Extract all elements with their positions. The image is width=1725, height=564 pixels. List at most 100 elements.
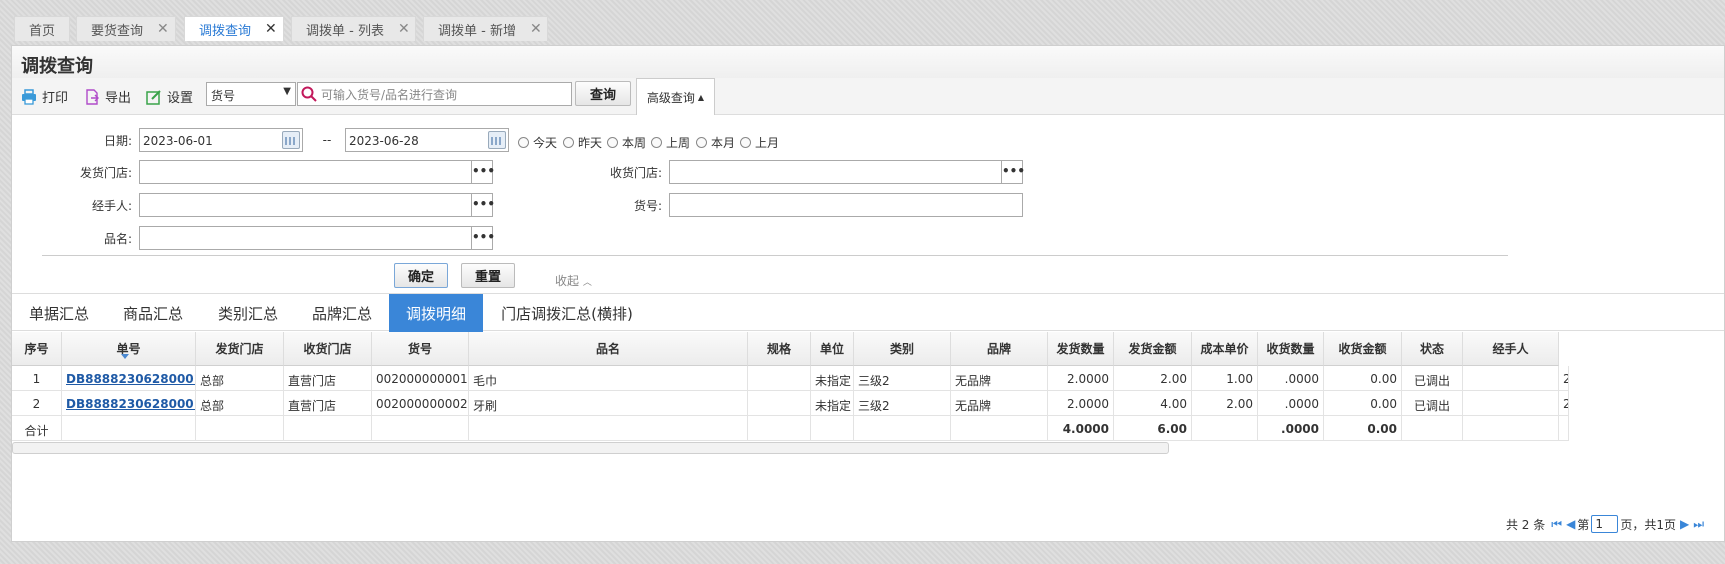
date-from-field[interactable]: 2023-06-01 [139,128,303,152]
radio-last-week[interactable]: 上周 [651,134,690,151]
close-icon[interactable]: ✕ [530,21,542,37]
close-icon[interactable]: ✕ [398,21,410,37]
table-row-cell-recv-amount: 0.00 [1324,391,1402,416]
table-row-cell-send-store: 总部 [196,391,284,416]
tab-home[interactable]: 首页 [14,16,70,41]
radio-today[interactable]: 今天 [518,134,557,151]
column-header-category[interactable]: 类别 [854,332,951,366]
prev-page-icon[interactable]: ◀ [1566,517,1575,531]
page-title: 调拨查询 [12,46,1724,78]
column-header-unit[interactable]: 单位 [811,332,854,366]
item-no-field[interactable] [669,193,1023,217]
last-page-icon[interactable]: ⏭ [1693,517,1704,532]
column-header-recv-qty[interactable]: 收货数量 [1258,332,1324,366]
more-icon[interactable]: ••• [1001,160,1025,184]
tab-requisition-query[interactable]: 要货查询 ✕ [76,16,176,41]
cell-value: 2.0000 [1067,372,1109,386]
column-header-seq[interactable]: 序号 [12,332,62,366]
table-row-cell-item-name: 牙刷 [469,391,748,416]
date-separator: -- [322,133,332,147]
advanced-query-toggle[interactable]: 高级查询 ▲ [636,78,715,115]
column-header-send-qty[interactable]: 发货数量 [1048,332,1114,366]
column-header-recv-amount[interactable]: 收货金额 [1324,332,1402,366]
tab-transfer-query[interactable]: 调拨查询 ✕ [184,16,284,41]
column-header-status[interactable]: 状态 [1402,332,1463,366]
send-store-field[interactable] [139,160,473,184]
column-header-bill-no[interactable]: 单号 [62,332,196,366]
cell-value: 三级2 [858,374,890,388]
column-header-handler[interactable]: 经手人 [1463,332,1559,366]
total-row-cell-send-amount: 6.00 [1114,416,1192,441]
table-row-cell-spec [748,391,811,416]
name-field[interactable] [139,226,473,250]
export-button[interactable]: 导出 [84,87,131,106]
total-row-cell-send-qty: 4.0000 [1048,416,1114,441]
search-field-select[interactable]: 货号 ▼ [206,82,296,106]
column-header-cost-price[interactable]: 成本单价 [1192,332,1258,366]
column-header-item-no[interactable]: 货号 [372,332,469,366]
more-icon[interactable]: ••• [471,193,495,217]
radio-last-month[interactable]: 上月 [740,134,779,151]
page-number-input[interactable]: 1 [1591,515,1619,533]
table-row-cell-status: 已调出 [1402,391,1463,416]
column-header-item-name[interactable]: 品名 [469,332,748,366]
query-button[interactable]: 查询 [575,81,631,106]
table-row-cell-recv-store: 直营门店 [284,391,372,416]
column-header-recv-store[interactable]: 收货门店 [284,332,372,366]
tab-transfer-new[interactable]: 调拨单 - 新增 ✕ [423,16,548,41]
tab-transfer-detail[interactable]: 调拨明细 [389,294,483,332]
edit-icon [146,89,161,105]
collapse-toggle[interactable]: 收起 ︿ [555,272,592,289]
settings-label: 设置 [167,91,194,106]
radio-this-week[interactable]: 本周 [607,134,646,151]
first-page-icon[interactable]: ⏮ [1551,517,1562,532]
next-page-icon[interactable]: ▶ [1680,517,1689,531]
total-row-cell-item-no [372,416,469,441]
bill-no-link[interactable]: DB88882306280001 [66,372,195,386]
cell-value: 1.00 [1226,372,1253,386]
more-icon[interactable]: ••• [471,160,495,184]
tab-brand-summary[interactable]: 品牌汇总 [304,294,380,332]
date-to-field[interactable]: 2023-06-28 [345,128,509,152]
tab-category-summary[interactable]: 类别汇总 [210,294,286,332]
total-row-cell-item-name [469,416,748,441]
table-row-cell-item-no: 0020000000022 [372,391,469,416]
table-row-cell-recv-qty: .0000 [1258,366,1324,391]
tab-label: 首页 [29,23,56,39]
search-input[interactable]: 可输入货号/品名进行查询 [297,82,572,106]
tab-store-transfer-summary[interactable]: 门店调拨汇总(横排) [493,294,641,332]
cell-value: .0000 [1284,372,1319,386]
tab-transfer-list[interactable]: 调拨单 - 列表 ✕ [291,16,416,41]
column-header-brand[interactable]: 品牌 [951,332,1048,366]
reset-button[interactable]: 重置 [461,263,515,288]
table-row-cell-recv-amount: 0.00 [1324,366,1402,391]
close-icon[interactable]: ✕ [265,21,277,37]
bill-no-link[interactable]: DB88882306280001 [66,397,195,411]
total-row-cell-extra [1559,416,1569,441]
sort-desc-icon[interactable] [121,354,129,359]
confirm-button[interactable]: 确定 [394,263,448,288]
radio-circle [607,137,618,148]
radio-this-month[interactable]: 本月 [696,134,735,151]
column-header-send-amount[interactable]: 发货金额 [1114,332,1192,366]
table-row-cell-status: 已调出 [1402,366,1463,391]
tab-product-summary[interactable]: 商品汇总 [115,294,191,332]
print-button[interactable]: 打印 [21,87,68,106]
column-header-send-store[interactable]: 发货门店 [196,332,284,366]
settings-button[interactable]: 设置 [146,87,193,106]
close-icon[interactable]: ✕ [157,21,169,37]
total-row-cell-category [854,416,951,441]
calendar-icon[interactable] [282,131,300,149]
column-header-spec[interactable]: 规格 [748,332,811,366]
cell-value: 已调出 [1413,374,1450,388]
radio-yesterday[interactable]: 昨天 [563,134,602,151]
tab-bill-summary[interactable]: 单据汇总 [21,294,97,332]
handler-field[interactable] [139,193,473,217]
cell-value: 0.00 [1367,422,1397,436]
divider [42,255,1508,256]
send-store-label: 发货门店: [79,166,132,180]
horizontal-scrollbar[interactable] [12,442,1169,454]
more-icon[interactable]: ••• [471,226,495,250]
recv-store-field[interactable] [669,160,1003,184]
calendar-icon[interactable] [488,131,506,149]
